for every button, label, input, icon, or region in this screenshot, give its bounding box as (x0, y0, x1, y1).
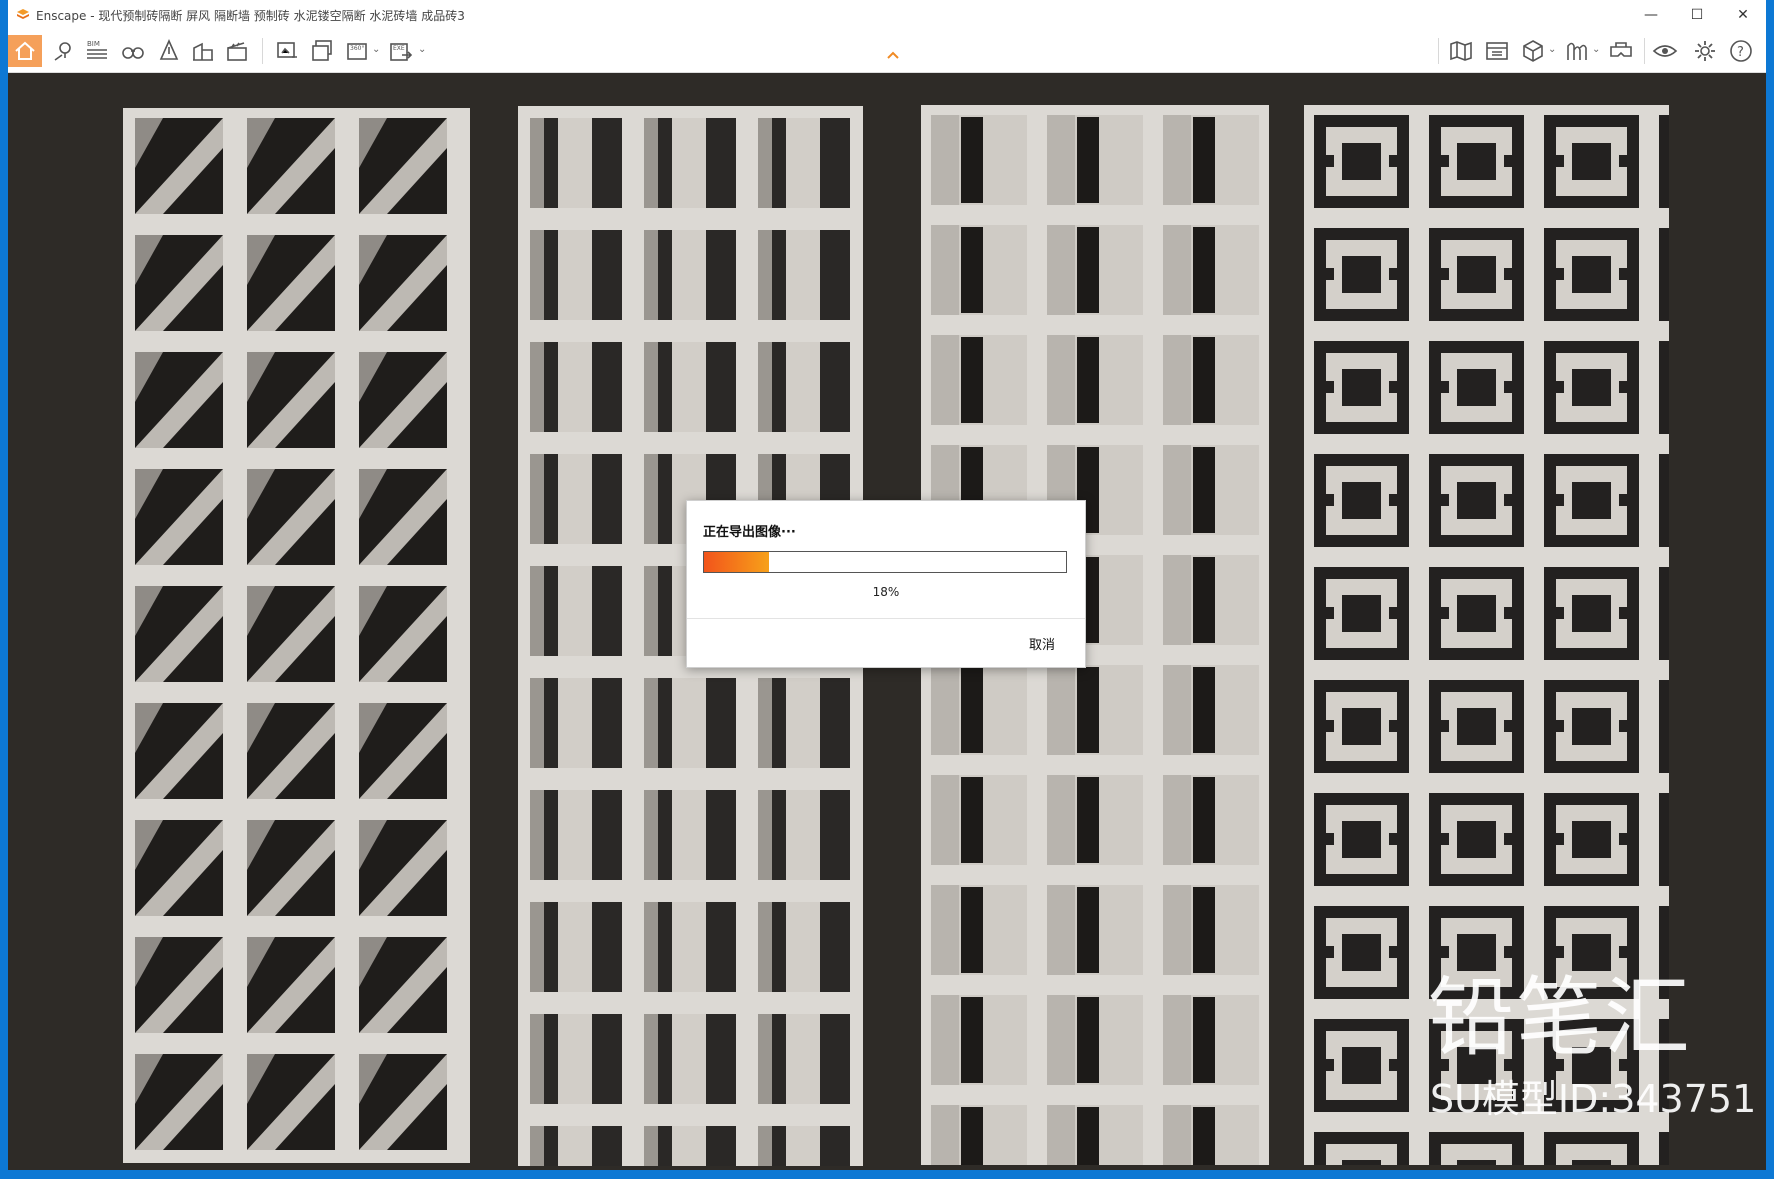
enscape-window: Enscape - 现代预制砖隔断 屏风 隔断墙 预制砖 水泥镂空隔断 水泥砖墙… (8, 0, 1766, 1170)
pen-icon (159, 39, 179, 60)
panorama-label: 360° (350, 45, 364, 52)
views-button[interactable] (116, 35, 150, 67)
draw-button[interactable] (152, 35, 186, 67)
location-button[interactable] (46, 35, 80, 67)
title-bar[interactable]: Enscape - 现代预制砖隔断 屏风 隔断墙 预制砖 水泥镂空隔断 水泥砖墙… (8, 0, 1766, 30)
help-button[interactable]: ? (1724, 35, 1758, 67)
exe-export-icon: EXE (390, 43, 413, 61)
toolbar-separator (262, 38, 263, 64)
asset-library-button[interactable] (1480, 35, 1514, 67)
batch-render-icon (312, 40, 332, 61)
location-icon (54, 42, 71, 61)
cube-icon (1523, 40, 1543, 62)
progress-bar (703, 551, 1067, 573)
minimize-button[interactable]: — (1628, 0, 1674, 30)
screenshot-button[interactable] (270, 35, 304, 67)
enscape-logo-icon (17, 9, 29, 19)
map-button[interactable] (1444, 35, 1478, 67)
screenshot-icon (277, 42, 297, 58)
asset-library-icon (1486, 42, 1508, 60)
dialog-title: 正在导出图像··· (703, 525, 796, 540)
exe-export-button[interactable]: EXE (384, 35, 418, 67)
exe-label: EXE (393, 45, 405, 52)
binoculars-icon (122, 47, 144, 59)
window-controls: — ☐ ✕ (1628, 0, 1766, 30)
watermark-id: SU模型ID:343751 (1430, 1077, 1757, 1121)
help-icon: ? (1730, 40, 1752, 62)
panorama-icon: 360° (347, 43, 367, 60)
video-button[interactable] (220, 35, 254, 67)
material-button[interactable] (1560, 35, 1594, 67)
svg-text:?: ? (1737, 45, 1744, 60)
cube-dropdown-chevron-down-icon[interactable]: ⌄ (1548, 44, 1556, 55)
panorama-dropdown-chevron-down-icon[interactable]: ⌄ (372, 44, 380, 55)
maximize-button[interactable]: ☐ (1674, 0, 1720, 30)
bim-label: BIM (87, 40, 100, 48)
batch-render-button[interactable] (306, 35, 340, 67)
dialog-divider (687, 618, 1085, 619)
cancel-button[interactable]: 取消 (1029, 634, 1055, 653)
vr-button[interactable] (1604, 35, 1638, 67)
clapper-icon (227, 42, 247, 61)
material-icon (1567, 42, 1587, 60)
settings-button[interactable] (1688, 35, 1722, 67)
toolbar-separator (1644, 38, 1645, 64)
settings-icon (1695, 41, 1715, 61)
buildings-button[interactable] (186, 35, 220, 67)
cube-button[interactable] (1516, 35, 1550, 67)
bim-button[interactable]: BIM (80, 35, 114, 67)
toolbar-separator (1438, 38, 1439, 64)
close-button[interactable]: ✕ (1720, 0, 1766, 30)
progress-percent: 18% (872, 585, 900, 599)
vr-headset-icon (1610, 42, 1632, 57)
diagonal-breeze-block-screen (123, 108, 470, 1163)
export-progress-dialog: 正在导出图像··· 18% 取消 (686, 500, 1086, 668)
bim-icon: BIM (87, 40, 107, 59)
export-dropdown-chevron-down-icon[interactable]: ⌄ (418, 44, 426, 55)
home-icon (15, 41, 35, 60)
collapse-toolbar-chevron-up-icon[interactable] (886, 48, 900, 62)
buildings-icon (193, 42, 213, 61)
material-dropdown-chevron-down-icon[interactable]: ⌄ (1592, 44, 1600, 55)
progress-bar-fill (704, 552, 770, 572)
eye-icon (1652, 45, 1678, 57)
visual-settings-button[interactable] (1648, 35, 1682, 67)
panorama-button[interactable]: 360° (342, 35, 376, 67)
map-icon (1450, 41, 1472, 61)
watermark-logo: 铅笔汇 (1428, 968, 1692, 1068)
home-button[interactable] (8, 35, 42, 67)
window-title: Enscape - 现代预制砖隔断 屏风 隔断墙 预制砖 水泥镂空隔断 水泥砖墙… (36, 8, 465, 23)
